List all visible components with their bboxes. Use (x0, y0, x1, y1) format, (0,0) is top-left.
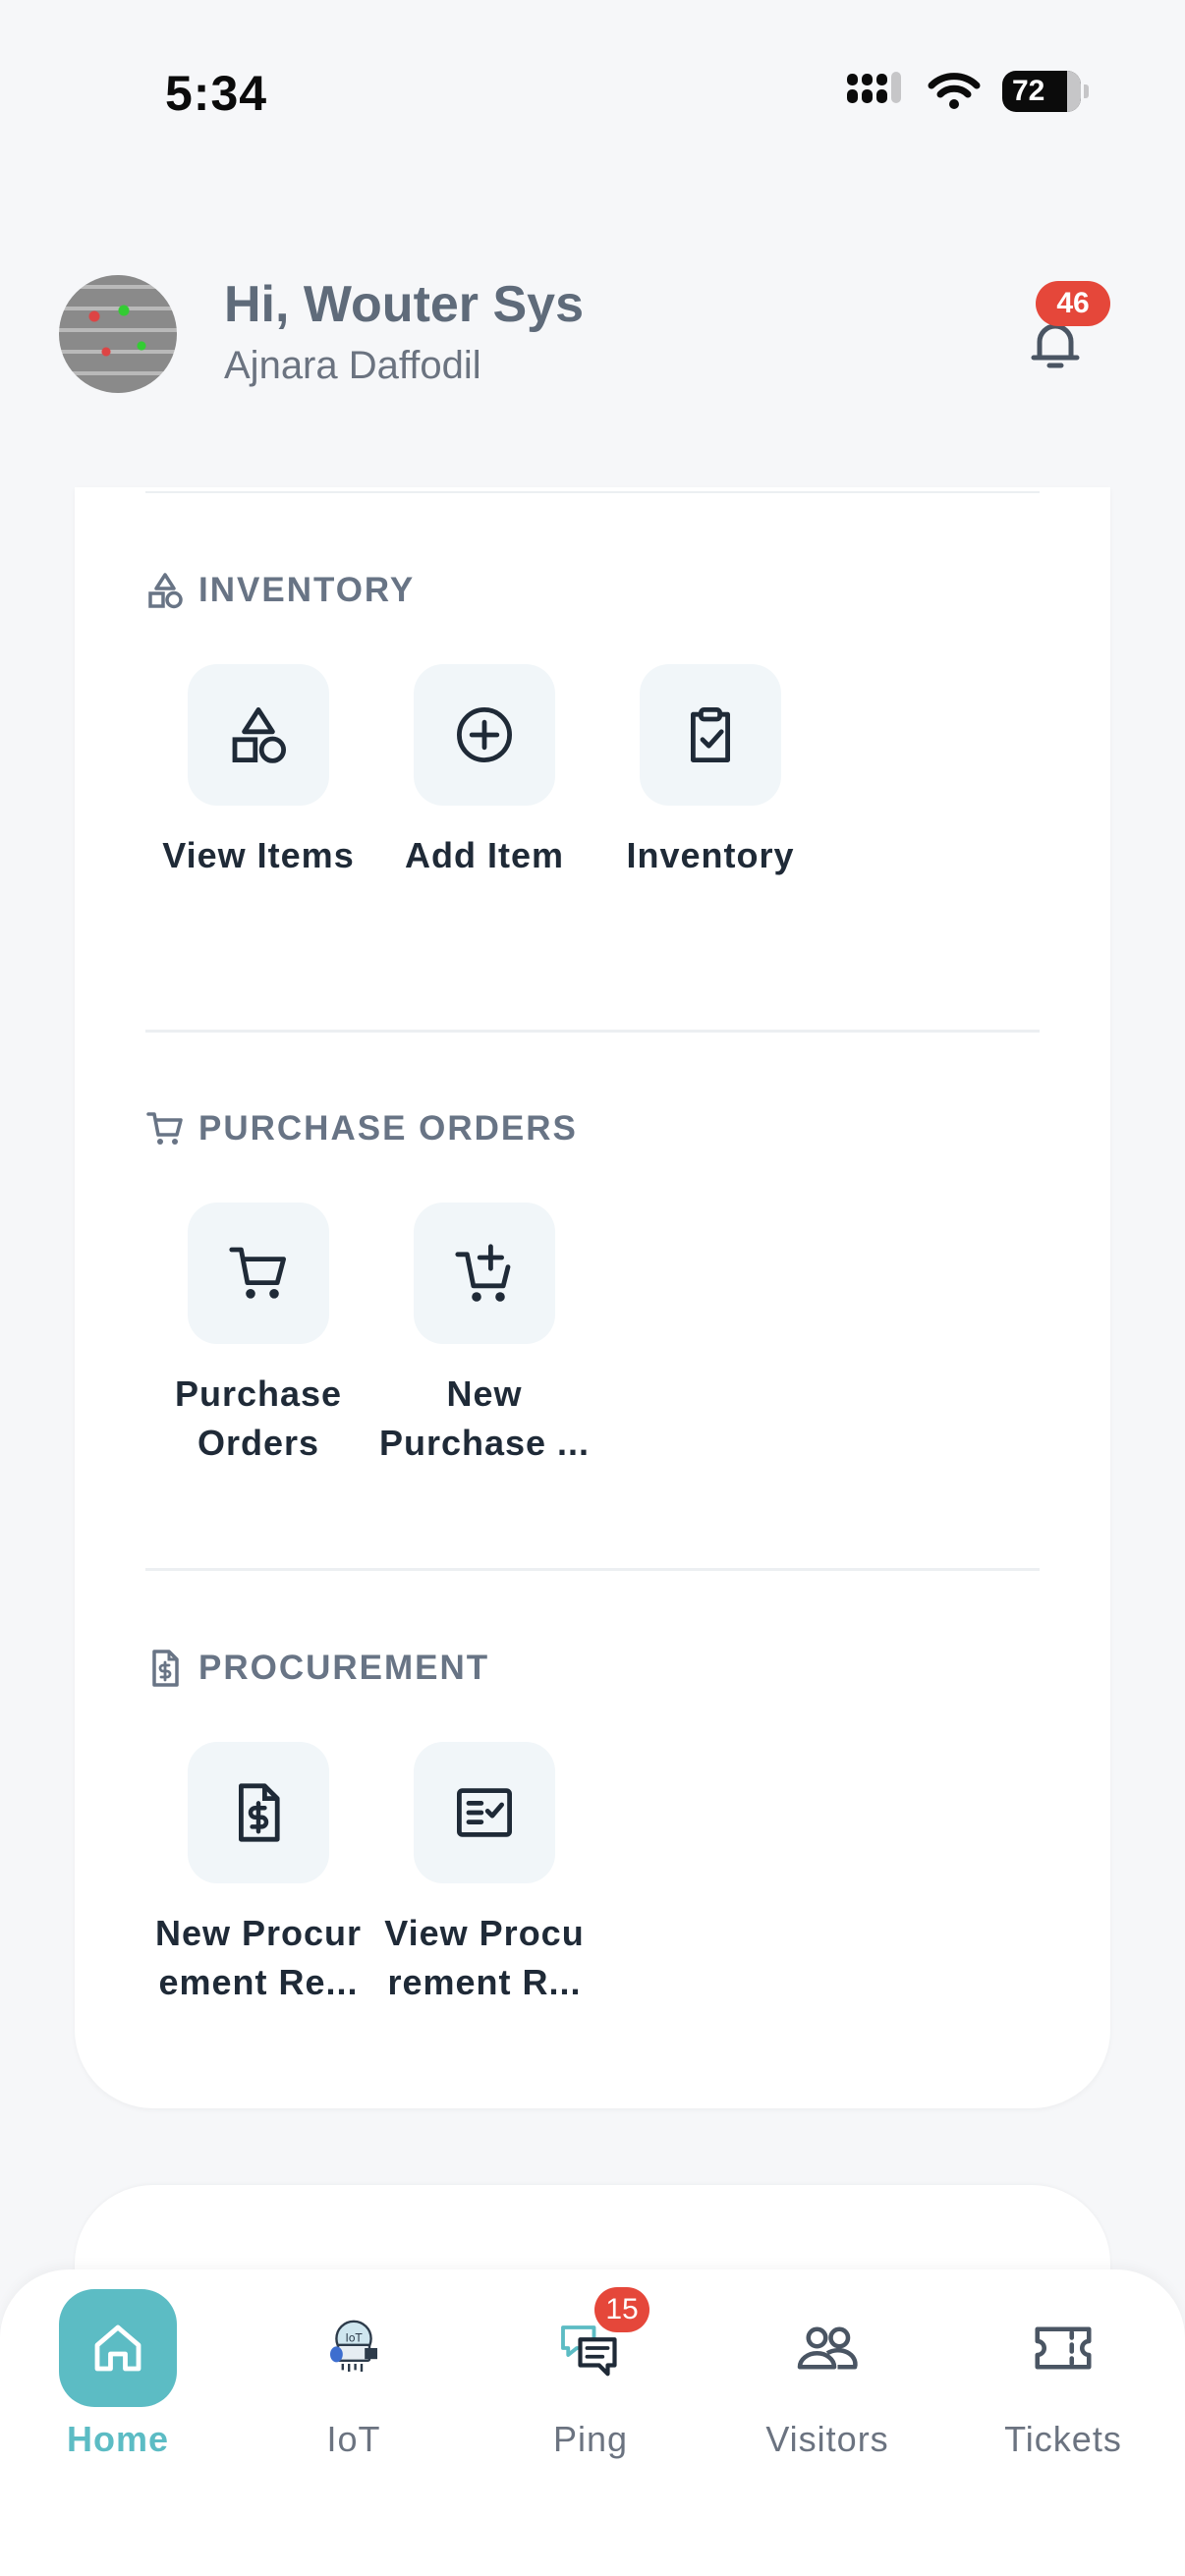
checklist-icon (457, 1788, 512, 1837)
view-procurement-requests-button[interactable]: View Procu rement R... (371, 1742, 597, 2007)
svg-text:IoT: IoT (346, 2332, 363, 2345)
purchase-orders-button[interactable]: Purchase Orders (145, 1203, 371, 1468)
battery-icon: 72 (1002, 71, 1089, 112)
procurement-section: PROCUREMENT New Procur ement Re... View … (145, 1644, 1040, 2056)
view-items-button[interactable]: View Items (145, 664, 371, 880)
menu-card: INVENTORY View Items Add Item Inventory … (75, 487, 1110, 2108)
plus-circle-icon (457, 707, 512, 762)
inventory-section: INVENTORY View Items Add Item Inventory (145, 566, 1040, 979)
procurement-section-title: PROCUREMENT (198, 1649, 490, 1687)
inventory-section-title: INVENTORY (198, 571, 416, 609)
file-dollar-icon (239, 1783, 280, 1842)
cart-icon (146, 1112, 183, 1145)
bottom-nav: Home IoT IoT 15 Ping Visitors Tickets (0, 2269, 1185, 2576)
cellular-signal-icon (847, 72, 901, 103)
clipboard-check-icon (691, 707, 730, 762)
nav-visitors-label: Visitors (765, 2419, 889, 2459)
divider (145, 1568, 1040, 1571)
cart-plus-icon (455, 1244, 511, 1302)
nav-tickets-label: Tickets (1004, 2419, 1122, 2459)
nav-home[interactable]: Home (0, 2289, 236, 2460)
nav-home-label: Home (66, 2419, 170, 2459)
nav-ping-label: Ping (552, 2419, 629, 2459)
purchase-orders-label: Purchase Orders (174, 1373, 343, 1463)
new-procurement-request-button[interactable]: New Procur ement Re... (145, 1742, 371, 2007)
ticket-icon (1035, 2326, 1092, 2370)
nav-visitors[interactable]: Visitors (709, 2289, 945, 2460)
ping-badge: 15 (594, 2287, 649, 2332)
header: Hi, Wouter Sys Ajnara Daffodil 46 (0, 275, 1185, 413)
battery-level: 72 (1012, 75, 1045, 107)
nav-iot-label: IoT (326, 2419, 381, 2459)
view-procurement-requests-label: View Procu rement R... (384, 1913, 585, 2002)
cart-icon (229, 1247, 286, 1299)
file-dollar-icon (152, 1650, 179, 1687)
add-item-label: Add Item (404, 835, 564, 875)
new-purchase-order-button[interactable]: New Purchase ... (371, 1203, 597, 1468)
greeting: Hi, Wouter Sys (224, 276, 585, 333)
home-icon (94, 2324, 141, 2372)
purchase-orders-section-title: PURCHASE ORDERS (198, 1109, 578, 1148)
status-bar: 5:34 72 (0, 0, 1185, 196)
nav-tickets[interactable]: Tickets (945, 2289, 1181, 2460)
new-procurement-request-label: New Procur ement Re... (154, 1913, 363, 2002)
avatar[interactable] (59, 275, 177, 393)
inventory-button[interactable]: Inventory (597, 664, 823, 880)
inventory-label: Inventory (626, 835, 795, 875)
status-icons: 72 (847, 71, 1089, 112)
view-items-label: View Items (162, 835, 355, 875)
wifi-icon (928, 73, 981, 109)
purchase-orders-section: PURCHASE ORDERS Purchase Orders New Purc… (145, 1104, 1040, 1517)
iot-icon: IoT (330, 2320, 377, 2372)
nav-ping[interactable]: 15 Ping (473, 2287, 708, 2460)
status-time: 5:34 (165, 66, 268, 121)
nav-iot[interactable]: IoT IoT (236, 2289, 472, 2460)
add-item-button[interactable]: Add Item (371, 664, 597, 880)
notification-badge: 46 (1036, 281, 1110, 326)
users-icon (797, 2326, 858, 2370)
new-purchase-order-label: New Purchase ... (378, 1373, 591, 1463)
property-name[interactable]: Ajnara Daffodil (224, 344, 481, 388)
divider (145, 1030, 1040, 1033)
shapes-icon (148, 573, 183, 609)
shapes-icon (232, 707, 286, 763)
